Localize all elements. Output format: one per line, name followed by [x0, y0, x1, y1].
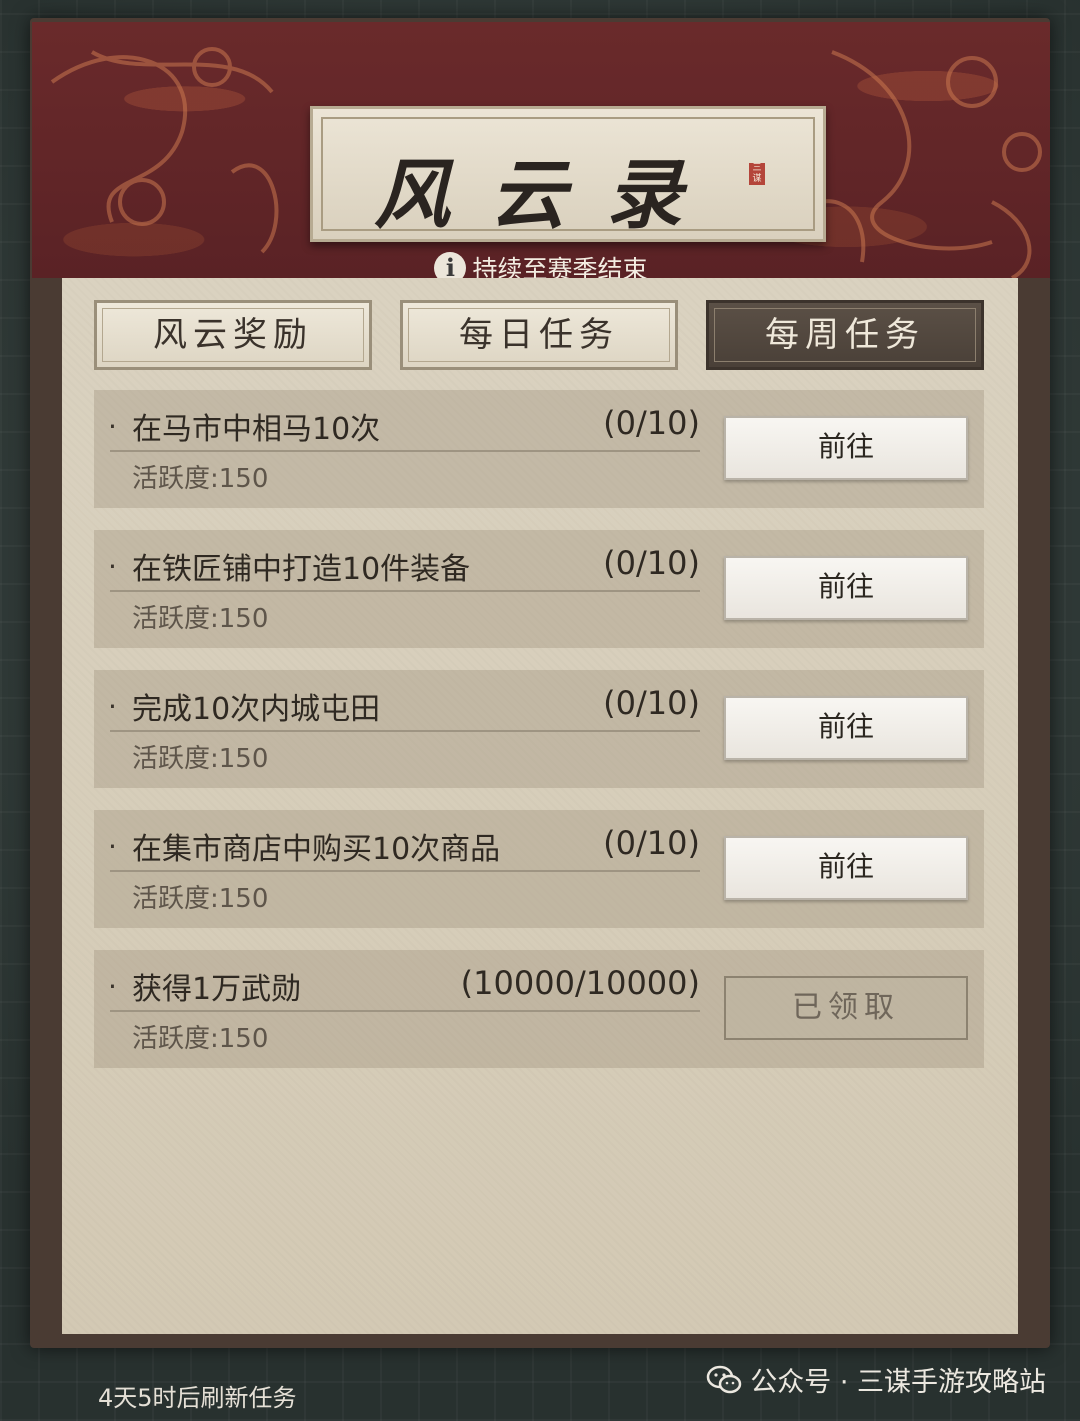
- divider: [110, 450, 700, 452]
- tab-rewards[interactable]: 风云奖励: [94, 300, 372, 370]
- duration-text: 持续至赛季结束: [472, 255, 648, 278]
- duration-row: i 持续至赛季结束: [32, 250, 1050, 278]
- divider: [110, 730, 700, 732]
- go-button[interactable]: 前往: [724, 556, 968, 620]
- task-panel: 风云奖励 每日任务 每周任务 · 在马市中相马10次 (0/10) 活跃度:15…: [62, 278, 1018, 1334]
- claimed-button: 已领取: [724, 976, 968, 1040]
- task-activity: 活跃度:150: [132, 884, 269, 914]
- bullet-icon: ·: [108, 410, 117, 443]
- task-progress: (10000/10000): [460, 964, 700, 1002]
- task-name: 在马市中相马10次: [132, 412, 381, 447]
- task-row: · 在集市商店中购买10次商品 (0/10) 活跃度:150 前往: [94, 810, 984, 928]
- watermark-text: 公众号 · 三谋手游攻略站: [750, 1367, 1046, 1398]
- header-banner: 风云录 三谋 i 持续至赛季结束: [32, 22, 1050, 278]
- divider: [110, 590, 700, 592]
- tab-daily-tasks[interactable]: 每日任务: [400, 300, 678, 370]
- task-row: · 完成10次内城屯田 (0/10) 活跃度:150 前往: [94, 670, 984, 788]
- task-name: 获得1万武勋: [132, 972, 302, 1007]
- bullet-icon: ·: [108, 690, 117, 723]
- task-progress: (0/10): [603, 544, 700, 582]
- task-progress: (0/10): [603, 824, 700, 862]
- task-name: 完成10次内城屯田: [132, 692, 381, 727]
- task-activity: 活跃度:150: [132, 744, 269, 774]
- tab-bar: 风云奖励 每日任务 每周任务: [94, 300, 986, 370]
- task-name: 在铁匠铺中打造10件装备: [132, 552, 471, 587]
- go-button[interactable]: 前往: [724, 836, 968, 900]
- tab-weekly-tasks[interactable]: 每周任务: [706, 300, 984, 370]
- task-row: · 获得1万武勋 (10000/10000) 活跃度:150 已领取: [94, 950, 984, 1068]
- task-activity: 活跃度:150: [132, 604, 269, 634]
- task-row: · 在铁匠铺中打造10件装备 (0/10) 活跃度:150 前往: [94, 530, 984, 648]
- divider: [110, 1010, 700, 1012]
- task-progress: (0/10): [603, 684, 700, 722]
- page-title: 风云录: [374, 150, 722, 239]
- bullet-icon: ·: [108, 970, 117, 1003]
- go-button[interactable]: 前往: [724, 696, 968, 760]
- go-button[interactable]: 前往: [724, 416, 968, 480]
- refresh-countdown: 4天5时后刷新任务: [98, 1384, 297, 1412]
- task-activity: 活跃度:150: [132, 1024, 269, 1054]
- task-name: 在集市商店中购买10次商品: [132, 832, 501, 867]
- bullet-icon: ·: [108, 550, 117, 583]
- watermark: 公众号 · 三谋手游攻略站: [706, 1360, 1046, 1399]
- task-row: · 在马市中相马10次 (0/10) 活跃度:150 前往: [94, 390, 984, 508]
- task-progress: (0/10): [603, 404, 700, 442]
- bullet-icon: ·: [108, 830, 117, 863]
- divider: [110, 870, 700, 872]
- seal-stamp: 三谋: [749, 163, 765, 185]
- info-icon[interactable]: i: [434, 252, 467, 278]
- wechat-icon: [707, 1365, 742, 1393]
- task-activity: 活跃度:150: [132, 464, 269, 494]
- title-plaque: 风云录 三谋: [310, 106, 826, 242]
